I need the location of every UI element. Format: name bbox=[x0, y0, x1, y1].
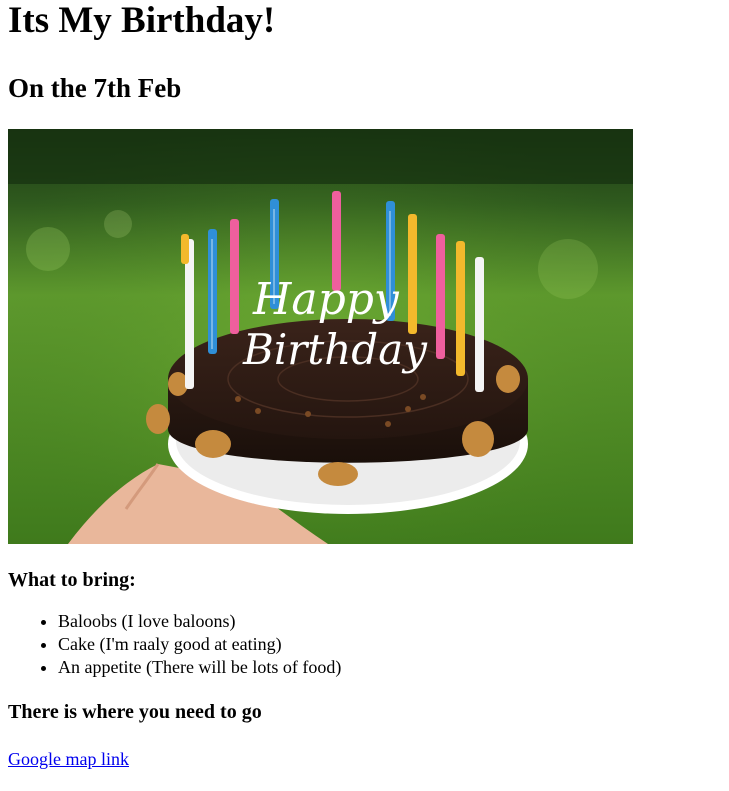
list-item: Baloobs (I love baloons) bbox=[58, 610, 721, 633]
page: Its My Birthday! On the 7th Feb Happy Bi… bbox=[0, 0, 729, 770]
location-heading: There is where you need to go bbox=[8, 701, 262, 723]
cake-topper-happy: Happy bbox=[252, 274, 400, 325]
birthday-cake-image: Happy Birthday bbox=[8, 129, 633, 544]
list-item: An appetite (There will be lots of food) bbox=[58, 656, 721, 679]
list-item: Cake (I'm raaly good at eating) bbox=[58, 633, 721, 656]
bring-heading: What to bring: bbox=[8, 569, 136, 591]
page-subtitle: On the 7th Feb bbox=[8, 73, 182, 103]
page-title: Its My Birthday! bbox=[8, 0, 276, 41]
bring-list: Baloobs (I love baloons) Cake (I'm raaly… bbox=[8, 610, 721, 679]
google-map-link[interactable]: Google map link bbox=[8, 748, 129, 770]
cake-topper-birthday: Birthday bbox=[242, 325, 428, 374]
